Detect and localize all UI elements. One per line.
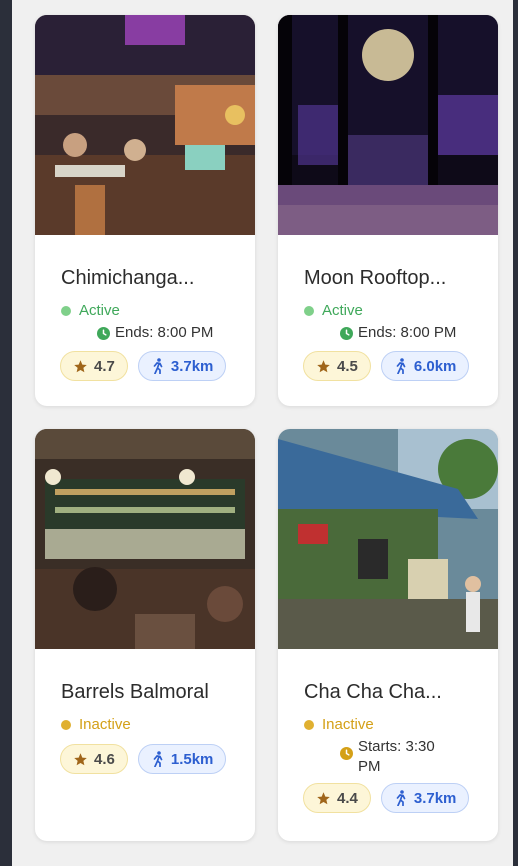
- distance-chip: 6.0km: [380, 351, 470, 381]
- status-dot: [304, 306, 314, 316]
- walking-person-icon: [153, 751, 163, 767]
- walking-person-icon: [396, 358, 406, 374]
- time-label: Starts: 3:30 PM: [358, 737, 435, 777]
- venue-photo: [278, 429, 498, 649]
- status-badge: Inactive: [304, 716, 482, 734]
- status-label: Inactive: [322, 716, 374, 733]
- end-time: Ends: 8:00 PM: [304, 323, 482, 343]
- star-icon: [317, 791, 330, 804]
- clock-icon: [340, 327, 353, 340]
- venue-photo: [35, 15, 255, 235]
- distance-value: 1.5km: [170, 750, 214, 768]
- star-icon: [74, 752, 87, 765]
- status-badge: Active: [304, 302, 482, 320]
- scrollbar-edge: [513, 0, 518, 866]
- distance-chip: 1.5km: [137, 744, 227, 774]
- status-dot: [61, 720, 71, 730]
- distance-value: 3.7km: [170, 357, 214, 375]
- venue-name: Cha Cha Cha...: [304, 681, 442, 703]
- distance-chip: 3.7km: [380, 783, 470, 813]
- star-icon: [317, 359, 330, 372]
- status-badge: Active: [61, 302, 239, 320]
- venue-name: Chimichanga...: [61, 267, 195, 289]
- rating-value: 4.4: [337, 789, 358, 807]
- time-label-line1: Starts: 3:30: [358, 738, 435, 755]
- clock-icon: [97, 327, 110, 340]
- status-label: Inactive: [79, 716, 131, 733]
- distance-value: 6.0km: [413, 357, 457, 375]
- venue-card-cha-cha-cha[interactable]: Cha Cha Cha... Inactive Starts: 3:30 PM: [278, 429, 498, 841]
- distance-value: 3.7km: [413, 789, 457, 807]
- status-label: Active: [322, 302, 363, 319]
- venue-grid-panel: Chimichanga... Active Ends: 8:00 PM 4.7: [12, 0, 518, 866]
- venue-photo: [35, 429, 255, 649]
- end-time: Ends: 8:00 PM: [61, 323, 239, 343]
- status-dot: [304, 720, 314, 730]
- venue-card-barrels-balmoral[interactable]: Barrels Balmoral Inactive 4.6 1.5km: [35, 429, 255, 841]
- rating-value: 4.6: [94, 750, 115, 768]
- distance-chip: 3.7km: [137, 351, 227, 381]
- start-time: Starts: 3:30 PM: [304, 737, 482, 777]
- rating-chip: 4.5: [303, 351, 371, 381]
- walking-person-icon: [396, 790, 406, 806]
- venue-name: Moon Rooftop...: [304, 267, 447, 289]
- status-dot: [61, 306, 71, 316]
- rating-chip: 4.4: [303, 783, 371, 813]
- rating-chip: 4.7: [60, 351, 128, 381]
- venue-card-chimichanga[interactable]: Chimichanga... Active Ends: 8:00 PM 4.7: [35, 15, 255, 406]
- time-label: Ends: 8:00 PM: [115, 324, 214, 341]
- clock-icon: [340, 747, 353, 760]
- rating-value: 4.7: [94, 357, 115, 375]
- time-label: Ends: 8:00 PM: [358, 324, 457, 341]
- rating-chip: 4.6: [60, 744, 128, 774]
- star-icon: [74, 359, 87, 372]
- status-badge: Inactive: [61, 716, 239, 734]
- venue-card-moon-rooftop[interactable]: Moon Rooftop... Active Ends: 8:00 PM 4.5: [278, 15, 498, 406]
- rating-value: 4.5: [337, 357, 358, 375]
- walking-person-icon: [153, 358, 163, 374]
- time-label-line2: PM: [358, 758, 381, 775]
- venue-name: Barrels Balmoral: [61, 681, 209, 703]
- status-label: Active: [79, 302, 120, 319]
- venue-photo: [278, 15, 498, 235]
